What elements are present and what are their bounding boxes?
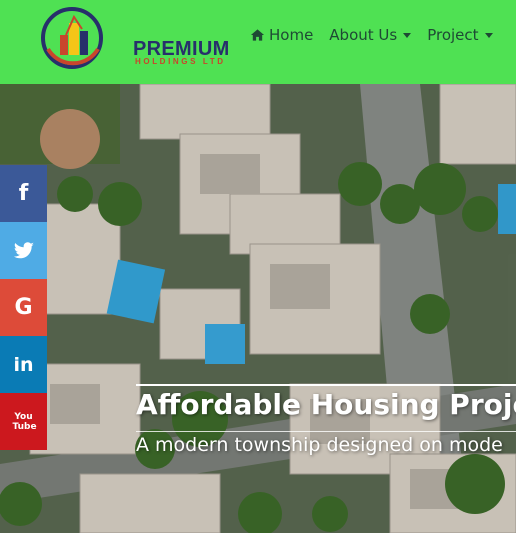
hero-divider-bottom: [136, 431, 516, 432]
home-icon: [250, 29, 265, 41]
linkedin-button[interactable]: in: [0, 336, 47, 393]
hero-background-image: [0, 84, 516, 533]
chevron-down-icon: [403, 32, 412, 38]
facebook-button[interactable]: f: [0, 165, 47, 222]
facebook-icon: f: [18, 181, 29, 206]
hero-divider-top: [136, 384, 516, 386]
youtube-icon: You Tube: [12, 411, 37, 432]
chevron-down-icon: [484, 32, 493, 38]
twitter-icon: [13, 241, 34, 258]
twitter-button[interactable]: [0, 222, 47, 279]
nav-project[interactable]: Project: [427, 26, 493, 44]
nav-home[interactable]: Home: [250, 26, 313, 44]
nav-project-label: Project: [427, 26, 479, 44]
site-header: PREMIUM HOLDINGS LTD Home About Us Proje…: [0, 0, 516, 84]
youtube-button[interactable]: You Tube: [0, 393, 47, 450]
hero-banner: Affordable Housing Projec A modern towns…: [0, 84, 516, 533]
brand-logo[interactable]: PREMIUM HOLDINGS LTD: [40, 5, 229, 71]
nav-home-label: Home: [269, 26, 314, 44]
linkedin-icon: in: [13, 353, 34, 376]
main-nav: Home About Us Project: [250, 24, 493, 46]
hero-subtitle: A modern township designed on mode: [136, 434, 503, 456]
hero-title: Affordable Housing Projec: [136, 388, 516, 421]
google-button[interactable]: G: [0, 279, 47, 336]
nav-about-us-label: About Us: [329, 26, 398, 44]
nav-about-us[interactable]: About Us: [329, 26, 412, 44]
logo-mark-icon: [41, 7, 103, 69]
social-share-bar: f G in You Tube: [0, 165, 47, 450]
brand-subname: HOLDINGS LTD: [135, 57, 226, 66]
google-icon: G: [14, 295, 33, 320]
